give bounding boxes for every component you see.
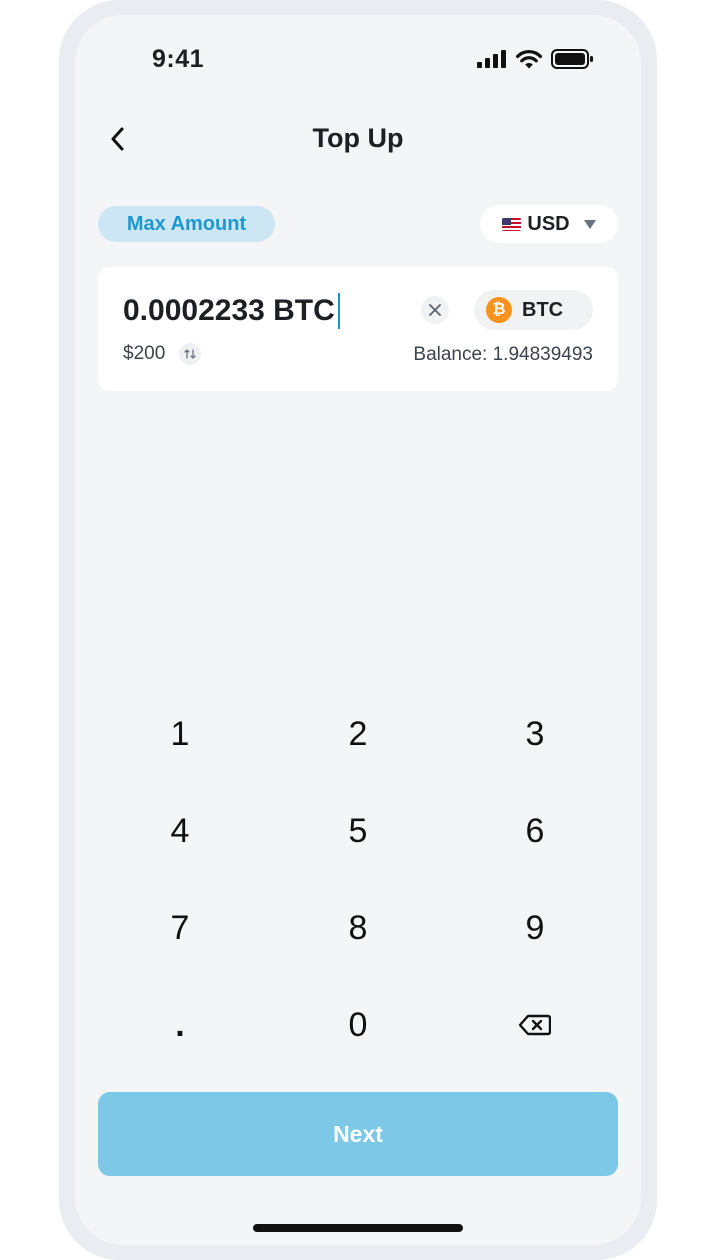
key-2[interactable]: 2 — [298, 694, 418, 774]
wifi-icon — [516, 49, 542, 68]
key-7[interactable]: 7 — [120, 888, 240, 968]
caret-down-icon — [583, 219, 596, 229]
swap-icon — [184, 349, 196, 359]
page-title: Top Up — [312, 123, 404, 153]
currency-code: USD — [527, 212, 570, 235]
key-4[interactable]: 4 — [120, 791, 240, 871]
battery-icon — [551, 49, 593, 69]
status-time: 9:41 — [152, 45, 205, 73]
app-screen: 9:41 Top Up Max Amount USD 0.0002233 BTC… — [75, 15, 641, 1245]
bitcoin-icon: ₿ — [486, 297, 512, 323]
fiat-value: $200 — [123, 343, 166, 364]
signal-icon — [477, 50, 506, 68]
home-indicator — [253, 1224, 463, 1232]
key-9[interactable]: 9 — [475, 888, 595, 968]
key-5[interactable]: 5 — [298, 791, 418, 871]
us-flag-icon — [502, 217, 522, 231]
amount-input[interactable]: 0.0002233 BTC — [123, 293, 340, 329]
backspace-key[interactable] — [475, 985, 595, 1065]
key-decimal[interactable]: . — [120, 985, 240, 1065]
key-6[interactable]: 6 — [475, 791, 595, 871]
next-button[interactable]: Next — [98, 1092, 618, 1176]
swap-currency-button[interactable] — [179, 343, 202, 365]
status-icons — [477, 49, 593, 69]
backspace-icon — [519, 1014, 551, 1036]
currency-selector[interactable]: USD — [480, 205, 618, 243]
balance-text: Balance: 1.94839493 — [413, 344, 593, 365]
fiat-row: $200 — [123, 343, 202, 365]
amount-value: 0.0002233 BTC — [123, 294, 335, 327]
key-1[interactable]: 1 — [120, 694, 240, 774]
coin-selector[interactable]: ₿ BTC — [474, 290, 593, 330]
clear-button[interactable] — [421, 296, 449, 324]
key-3[interactable]: 3 — [475, 694, 595, 774]
text-cursor — [337, 293, 340, 329]
coin-symbol: BTC — [522, 298, 564, 321]
amount-card: 0.0002233 BTC ₿ BTC $200 Balance: 1.9483… — [98, 267, 618, 391]
close-icon — [429, 304, 441, 316]
key-0[interactable]: 0 — [298, 985, 418, 1065]
key-8[interactable]: 8 — [298, 888, 418, 968]
max-amount-button[interactable]: Max Amount — [98, 206, 275, 242]
